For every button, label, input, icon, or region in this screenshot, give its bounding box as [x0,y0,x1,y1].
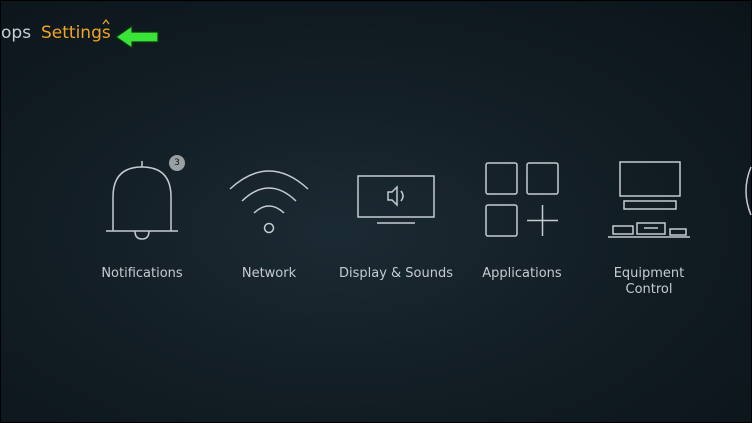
tile-label: Applications [482,266,562,281]
green-arrow-annotation-icon [114,24,159,50]
caret-up-icon [102,19,110,25]
nav-item-apps[interactable]: ops [1,23,31,43]
display-sound-icon [357,175,435,224]
tile-notifications[interactable]: Notifications [77,151,207,311]
equipment-control-icon [608,161,690,238]
tile-label: Notifications [101,266,183,281]
tile-display-sounds[interactable]: Display & Sounds [331,151,461,311]
wifi-icon [229,170,309,234]
top-navigation: ops Settings [1,1,751,71]
next-tile-partial-icon[interactable] [739,161,752,221]
nav-item-settings[interactable]: Settings [41,23,111,43]
tile-network[interactable]: Network [204,151,334,311]
tile-label: Network [241,266,297,281]
notification-count-badge: 3 [169,155,185,171]
tile-applications[interactable]: Applications [457,151,587,311]
tile-label: Display & Sounds [338,266,454,281]
tile-label: Equipment Control [613,266,685,297]
bell-icon [106,161,178,240]
applications-icon [485,162,559,237]
tile-equipment-control[interactable]: Equipment Control [584,151,714,311]
